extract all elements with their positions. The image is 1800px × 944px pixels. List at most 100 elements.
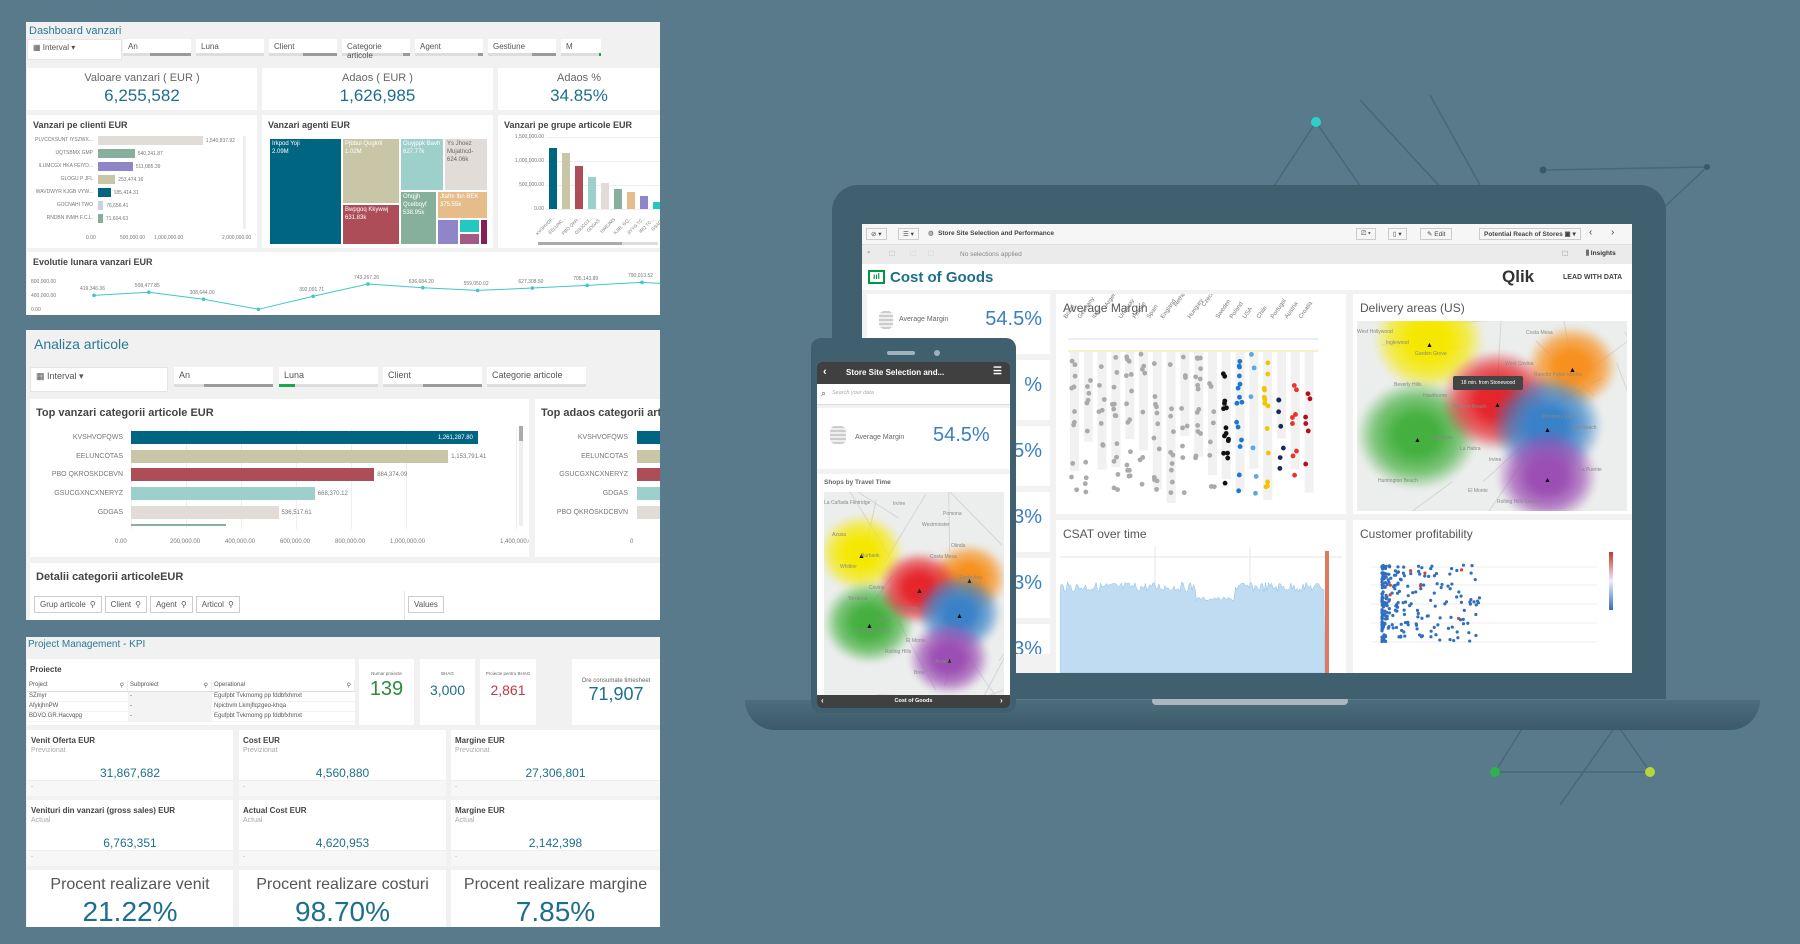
data-point[interactable] xyxy=(1140,409,1146,415)
data-point[interactable] xyxy=(1381,563,1385,568)
data-point[interactable] xyxy=(1071,384,1077,390)
data-point[interactable] xyxy=(1086,390,1092,396)
vertical-scrollbar[interactable] xyxy=(243,136,246,229)
data-point[interactable] xyxy=(1239,399,1245,405)
data-point[interactable] xyxy=(1458,618,1463,622)
data-point[interactable] xyxy=(1237,381,1243,387)
data-point[interactable] xyxy=(1180,354,1186,360)
data-point[interactable] xyxy=(1477,596,1482,600)
bar[interactable] xyxy=(98,162,133,171)
data-point[interactable] xyxy=(1154,404,1159,410)
filter-categorie-articole[interactable]: Categorie articole xyxy=(487,367,586,387)
data-point[interactable] xyxy=(1382,572,1386,576)
data-point[interactable] xyxy=(1387,607,1391,611)
data-point[interactable] xyxy=(1114,454,1119,460)
bar[interactable] xyxy=(637,449,660,463)
interval-dropdown[interactable]: ▦ Interval ▾ xyxy=(30,367,168,392)
data-point[interactable] xyxy=(1394,625,1399,630)
detail-button-client[interactable]: Client ⚲ xyxy=(104,596,147,613)
data-point[interactable] xyxy=(1408,603,1412,608)
data-point[interactable] xyxy=(1395,609,1399,613)
data-point[interactable] xyxy=(1280,445,1286,451)
data-point[interactable] xyxy=(1070,460,1076,466)
data-point[interactable] xyxy=(1124,401,1129,407)
data-point[interactable] xyxy=(1290,453,1296,459)
data-point[interactable] xyxy=(1423,571,1427,575)
data-point[interactable] xyxy=(201,297,206,301)
filter-luna[interactable]: Luna xyxy=(196,39,264,56)
search-icon[interactable]: ⚲ xyxy=(120,682,124,689)
data-point[interactable] xyxy=(1393,569,1398,573)
data-point[interactable] xyxy=(1253,490,1258,496)
treemap-cell[interactable]: Ohqjjh Qcelbqyf 538.95k xyxy=(400,191,437,245)
treemap-cell[interactable]: Ys Jhoez Mujatncd- 624.06k xyxy=(444,138,488,191)
map-area[interactable]: ▲▲▲▲▲▲West HollywoodBeverly HillsAlhambr… xyxy=(1357,321,1627,511)
data-point[interactable] xyxy=(1072,409,1077,414)
filter-gestiune[interactable]: Gestiune xyxy=(488,39,556,56)
scroll-indicator[interactable] xyxy=(131,524,226,526)
data-point[interactable] xyxy=(311,294,316,299)
bar[interactable] xyxy=(601,183,609,209)
data-point[interactable] xyxy=(1265,479,1271,485)
data-point[interactable] xyxy=(1423,574,1427,578)
data-point[interactable] xyxy=(1402,612,1407,617)
data-point[interactable] xyxy=(1401,601,1405,605)
data-point[interactable] xyxy=(1125,419,1131,425)
data-point[interactable] xyxy=(1416,564,1421,568)
data-point[interactable] xyxy=(1444,600,1449,604)
next-sheet-button[interactable]: › xyxy=(1611,227,1614,238)
data-point[interactable] xyxy=(1248,394,1254,400)
data-point[interactable] xyxy=(640,280,644,285)
sheet-selector[interactable]: Potential Reach of Stores ▣ ▾ xyxy=(1479,228,1581,240)
table-row[interactable]: SZmyr - Egufpbt Tvkmomg pp fddbfxhmxt xyxy=(27,692,355,702)
data-point[interactable] xyxy=(1236,488,1242,494)
data-point[interactable] xyxy=(1223,425,1229,431)
bar[interactable] xyxy=(98,188,111,197)
detail-button-agent[interactable]: Agent ⚲ xyxy=(149,596,193,613)
data-point[interactable] xyxy=(1168,413,1174,419)
data-point[interactable] xyxy=(1432,625,1436,629)
data-point[interactable] xyxy=(1391,613,1395,618)
data-point[interactable] xyxy=(1138,351,1144,357)
data-point[interactable] xyxy=(1420,566,1424,570)
data-point[interactable] xyxy=(1084,400,1090,406)
data-point[interactable] xyxy=(1071,419,1077,425)
data-point[interactable] xyxy=(1429,598,1433,602)
data-point[interactable] xyxy=(1221,450,1226,456)
data-point[interactable] xyxy=(1169,479,1175,485)
data-point[interactable] xyxy=(1385,601,1389,605)
data-point[interactable] xyxy=(1210,420,1216,426)
data-point[interactable] xyxy=(1416,615,1420,619)
data-point[interactable] xyxy=(1156,446,1162,452)
data-point[interactable] xyxy=(1155,421,1161,427)
data-point[interactable] xyxy=(1303,414,1309,420)
data-point[interactable] xyxy=(1434,633,1438,637)
hamburger-menu-icon[interactable]: ☰ xyxy=(993,366,1002,377)
data-point[interactable] xyxy=(1472,600,1476,604)
data-point[interactable] xyxy=(1396,570,1401,574)
data-point[interactable] xyxy=(1193,453,1199,459)
column-header[interactable]: Operational ⚲ xyxy=(212,680,355,691)
data-point[interactable] xyxy=(1207,439,1213,445)
data-point[interactable] xyxy=(1433,604,1437,608)
data-point[interactable] xyxy=(1114,370,1120,375)
data-point[interactable] xyxy=(1152,394,1158,399)
data-point[interactable] xyxy=(1305,391,1311,397)
data-point[interactable] xyxy=(1152,477,1157,483)
treemap-cell[interactable] xyxy=(459,233,480,245)
data-point[interactable] xyxy=(1386,626,1390,630)
treemap-cell[interactable]: Bwpgoq Kkywwj 631.83k xyxy=(342,204,400,245)
store-marker-icon[interactable]: ▲ xyxy=(1414,437,1421,444)
vertical-scrollbar[interactable] xyxy=(519,426,523,526)
data-point[interactable] xyxy=(1262,400,1268,406)
data-point[interactable] xyxy=(1438,638,1442,642)
data-point[interactable] xyxy=(1427,574,1431,578)
data-point[interactable] xyxy=(1476,601,1481,605)
data-point[interactable] xyxy=(1380,639,1384,644)
data-point[interactable] xyxy=(1387,598,1392,602)
data-point[interactable] xyxy=(1387,611,1392,615)
data-point[interactable] xyxy=(1438,616,1442,620)
bar[interactable] xyxy=(98,175,116,184)
data-point[interactable] xyxy=(1140,366,1145,372)
prev-sheet-button[interactable]: ‹ xyxy=(1589,227,1592,238)
